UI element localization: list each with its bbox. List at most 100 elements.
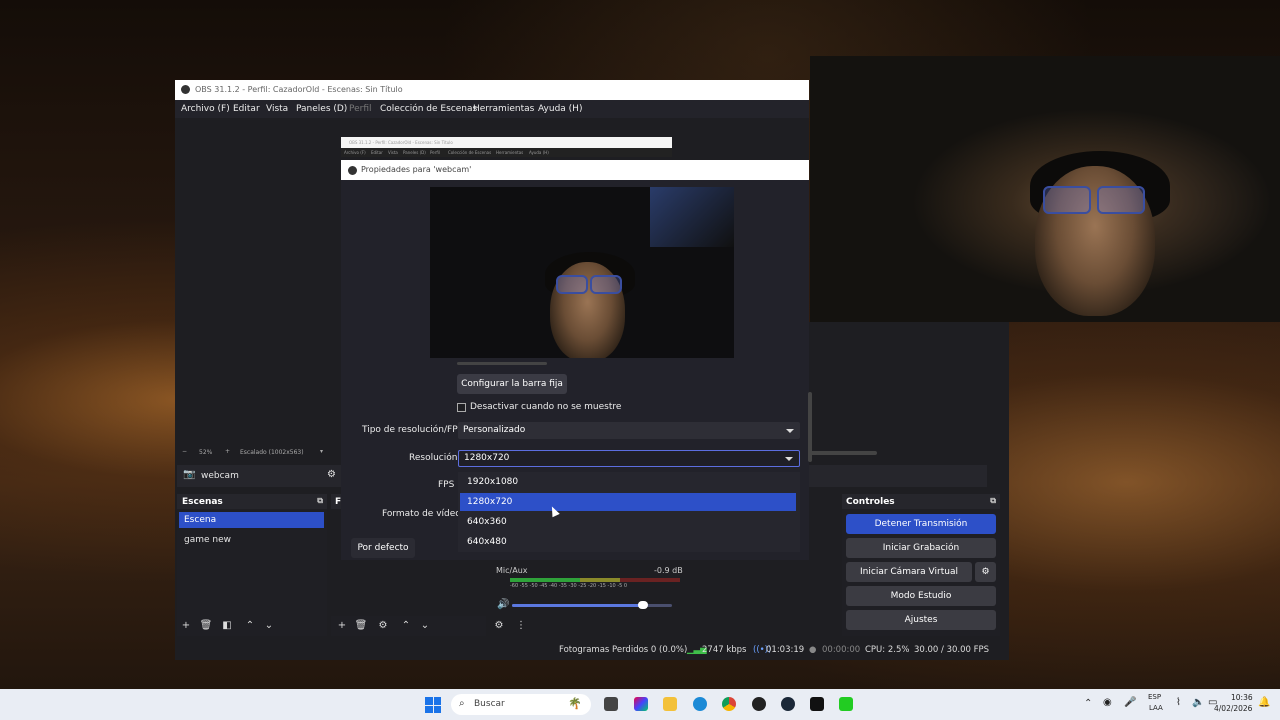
move-scene-up-icon[interactable]: ⌃ [243, 619, 257, 633]
steam-icon[interactable] [781, 697, 795, 711]
chevron-down-icon [786, 429, 794, 433]
nested-menu-item: Colección de Escenas [448, 150, 492, 155]
remove-scene-trash-icon[interactable]: 🗑 [199, 619, 213, 633]
nested-menu-item: Ayuda (H) [529, 150, 549, 155]
add-scene-icon[interactable]: + [179, 619, 193, 633]
zoom-out-button[interactable]: − [182, 448, 187, 455]
start-recording-button[interactable]: Iniciar Grabación [846, 538, 996, 558]
obs-logo-icon [348, 166, 357, 175]
menu-editar[interactable]: Editar [233, 104, 260, 114]
obs-titlebar[interactable]: OBS 31.1.2 - Perfil: CazadorOld - Escena… [175, 80, 809, 100]
nested-menu-item: Vista [388, 150, 398, 155]
microphone-icon[interactable]: 🎤 [1124, 697, 1136, 708]
deactivate-when-hidden-label: Desactivar cuando no se muestre [470, 402, 622, 412]
task-view-icon[interactable] [604, 697, 618, 711]
virtual-camera-settings-gear-icon[interactable]: ⚙ [975, 562, 996, 582]
scene-item[interactable]: Escena [179, 512, 324, 528]
epic-games-icon[interactable] [810, 697, 824, 711]
resolution-option[interactable]: 1920x1080 [460, 473, 796, 491]
level-meter-green [510, 578, 580, 582]
resolution-option[interactable]: 640x480 [460, 533, 796, 551]
search-highlight-icon: 🌴 [568, 697, 582, 710]
move-source-down-icon[interactable]: ⌄ [418, 619, 432, 633]
scene-item[interactable]: game new [179, 532, 324, 548]
volume-slider-knob[interactable] [638, 601, 649, 609]
resolution-label: Resolución [409, 453, 458, 463]
dock-undock-icon[interactable]: ⧉ [317, 496, 323, 506]
clock-time[interactable]: 10:36 [1231, 693, 1253, 702]
configure-fixed-bar-button[interactable]: Configurar la barra fija [457, 374, 567, 394]
edge-browser-icon[interactable] [693, 697, 707, 711]
menubar: Archivo (F) Editar Vista Paneles (D) Per… [175, 100, 809, 118]
audio-mixer: Mic/Aux -0.9 dB -60 -55 -50 -45 -40 -35 … [494, 565, 684, 615]
nested-menu-item: Perfil [430, 150, 441, 155]
chrome-browser-icon[interactable] [722, 697, 736, 711]
level-meter-yellow [580, 578, 620, 582]
menu-paneles[interactable]: Paneles (D) [296, 104, 347, 114]
dropped-frames: Fotogramas Perdidos 0 (0.0%) [559, 645, 688, 655]
wifi-icon[interactable]: ⌇ [1176, 697, 1181, 708]
glasses-right-lens [1097, 186, 1145, 214]
status-bar: Fotogramas Perdidos 0 (0.0%) ▁▃▅ 2747 kb… [175, 640, 1009, 660]
mixer-toolbar: ⚙ ⋮ [490, 616, 530, 636]
source-properties-gear-icon[interactable]: ⚙ [327, 469, 336, 480]
zoom-mode-dropdown-icon[interactable]: ▾ [320, 448, 323, 455]
res-type-select[interactable]: Personalizado [458, 422, 800, 439]
resolution-option[interactable]: 1280x720 [460, 493, 796, 511]
search-icon: ⌕ [459, 698, 465, 709]
scenes-list: Escena game new [177, 509, 327, 616]
tray-app-icon[interactable]: ◉ [1103, 697, 1112, 708]
properties-dialog-titlebar[interactable]: Propiedades para 'webcam' [341, 160, 809, 180]
menu-vista[interactable]: Vista [266, 104, 288, 114]
studio-mode-button[interactable]: Modo Estudio [846, 586, 996, 606]
volume-icon[interactable]: 🔈 [1192, 697, 1204, 708]
deactivate-when-hidden-checkbox[interactable] [457, 403, 466, 412]
move-source-up-icon[interactable]: ⌃ [399, 619, 413, 633]
mixer-settings-icon[interactable]: ⚙ [492, 619, 506, 633]
obs-taskbar-icon[interactable] [752, 697, 766, 711]
properties-vscrollbar[interactable] [808, 392, 812, 462]
menu-perfil[interactable]: Perfil [349, 104, 372, 114]
menu-herramientas[interactable]: Herramientas [473, 104, 534, 114]
clock-date[interactable]: 4/02/2026 [1214, 704, 1252, 713]
language-bottom[interactable]: LAA [1149, 704, 1163, 712]
move-scene-down-icon[interactable]: ⌄ [262, 619, 276, 633]
meter-scale: -60 -55 -50 -45 -40 -35 -30 -25 -20 -15 … [510, 583, 628, 589]
video-format-label: Formato de vídeo [382, 509, 461, 519]
level-meter-red [620, 578, 680, 582]
nested-window-title: OBS 31.1.2 - Perfil: CazadorOld - Escena… [349, 140, 453, 145]
scenes-title: Escenas [182, 497, 223, 507]
start-virtual-camera-button[interactable]: Iniciar Cámara Virtual [846, 562, 972, 582]
zoom-mode[interactable]: Escalado (1002x563) [240, 449, 304, 456]
vim-icon[interactable] [839, 697, 853, 711]
windows-start-icon[interactable] [425, 697, 441, 713]
defaults-button[interactable]: Por defecto [351, 538, 415, 558]
dock-undock-icon[interactable]: ⧉ [990, 496, 996, 506]
copilot-icon[interactable] [634, 697, 648, 711]
notifications-bell-icon[interactable]: 🔔 [1258, 697, 1270, 708]
zoom-in-button[interactable]: + [225, 448, 230, 455]
system-tray-chevron-up-icon[interactable]: ⌃ [1084, 698, 1092, 709]
properties-webcam-preview [430, 187, 734, 358]
settings-button[interactable]: Ajustes [846, 610, 996, 630]
mixer-more-icon[interactable]: ⋮ [514, 619, 528, 633]
zoom-percent: 52% [199, 449, 213, 456]
camera-icon: 📷 [183, 469, 196, 480]
resolution-option[interactable]: 640x360 [460, 513, 796, 531]
add-source-icon[interactable]: + [335, 619, 349, 633]
fps-label: FPS [438, 480, 455, 490]
taskbar-search-box[interactable]: ⌕ Buscar 🌴 [451, 694, 591, 715]
menu-ayuda[interactable]: Ayuda (H) [538, 104, 582, 114]
stop-streaming-button[interactable]: Detener Transmisión [846, 514, 996, 534]
nested-menu-item: Archivo (F) [344, 150, 366, 155]
menu-coleccion-escenas[interactable]: Colección de Escenas [380, 104, 477, 114]
properties-hscrollbar[interactable] [457, 362, 547, 365]
menu-archivo[interactable]: Archivo (F) [181, 104, 230, 114]
scene-filters-icon[interactable]: ◧ [220, 619, 234, 633]
speaker-icon[interactable]: 🔊 [497, 599, 509, 610]
file-explorer-icon[interactable] [663, 697, 677, 711]
resolution-select[interactable]: 1280x720 [458, 450, 800, 467]
source-settings-gear-icon[interactable]: ⚙ [376, 619, 390, 633]
remove-source-trash-icon[interactable]: 🗑 [354, 619, 368, 633]
language-top[interactable]: ESP [1148, 693, 1161, 701]
